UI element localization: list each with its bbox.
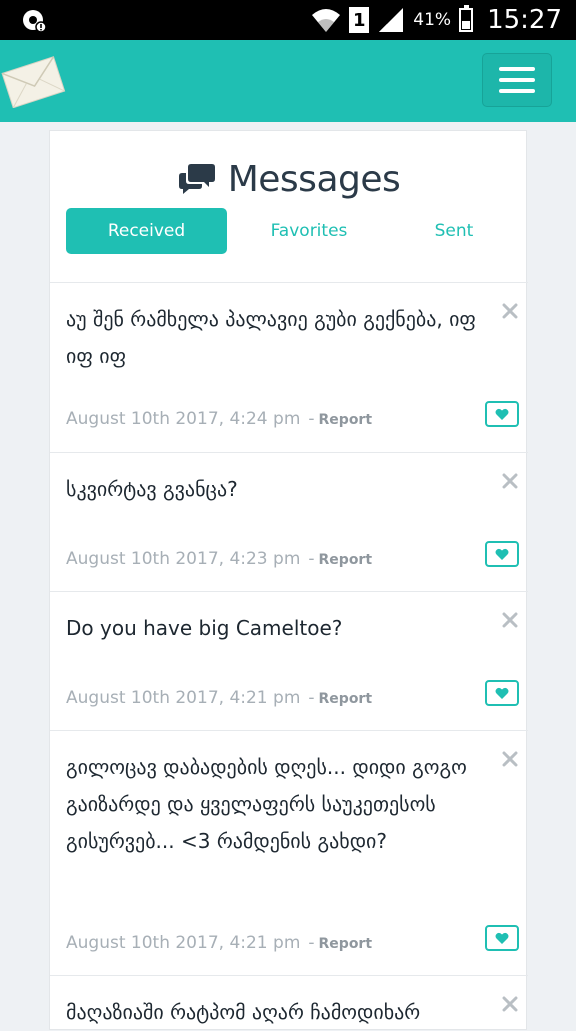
message-tabs: Received Favorites Sent [66,208,516,254]
message-meta: August 10th 2017, 4:23 pm - Report [66,549,373,569]
chat-bubbles-icon [178,164,215,194]
delete-icon[interactable] [502,303,518,319]
tab-favorites[interactable]: Favorites [241,208,377,254]
message-meta: August 10th 2017, 4:24 pm - Report [66,409,373,429]
sim-icon: 1 [349,7,370,33]
favorite-button[interactable] [485,680,519,706]
message-text: Do you have big Cameltoe? [66,616,343,640]
status-bar: 1 41% 15:27 [0,0,576,40]
hamburger-icon [499,67,535,71]
heart-icon [495,687,509,699]
favorite-button[interactable] [485,541,519,567]
report-link[interactable]: Report [319,691,373,707]
tab-sent[interactable]: Sent [396,208,512,254]
message-item: გილოცავ დაბადების დღეს... დიდი გოგო გაიზ… [50,730,528,975]
delete-icon[interactable] [502,473,518,489]
menu-button[interactable] [482,53,552,107]
favorite-button[interactable] [485,925,519,951]
heart-icon [495,932,509,944]
message-text: მაღაზიაში რატპომ აღარ ჩამოდიხარ [66,1000,421,1024]
message-item: მაღაზიაში რატპომ აღარ ჩამოდიხარ [50,975,528,1031]
report-link[interactable]: Report [319,552,373,568]
report-link[interactable]: Report [319,936,373,952]
message-text: გილოცავ დაბადების დღეს... დიდი გოგო გაიზ… [66,755,467,853]
sim-slot-number: 1 [353,9,366,31]
message-date: August 10th 2017, 4:21 pm [66,933,301,953]
message-date: August 10th 2017, 4:24 pm [66,409,301,429]
message-date: August 10th 2017, 4:21 pm [66,688,301,708]
message-item: აუ შენ რამხელა პალავიე გუბი გექნება, იფ … [50,282,528,452]
message-item: Do you have big Cameltoe? August 10th 20… [50,591,528,730]
envelope-icon[interactable] [0,54,68,108]
page-header: Messages [50,155,528,203]
app-header [0,40,576,122]
signal-icon [379,8,404,32]
delete-icon[interactable] [502,996,518,1012]
heart-icon [495,408,509,420]
delete-icon[interactable] [502,612,518,628]
clock: 15:27 [487,5,562,35]
messages-card: Messages Received Favorites Sent აუ შენ … [49,130,528,1031]
message-text: სკვირტავ გვანცა? [66,477,238,501]
message-date: August 10th 2017, 4:23 pm [66,549,301,569]
page-title: Messages [227,158,401,200]
battery-percent: 41% [413,10,452,30]
message-text: აუ შენ რამხელა პალავიე გუბი გექნება, იფ … [66,307,476,368]
message-item: სკვირტავ გვანცა? August 10th 2017, 4:23 … [50,452,528,591]
tab-received[interactable]: Received [66,208,227,254]
battery-icon [459,5,474,32]
favorite-button[interactable] [485,401,519,427]
message-meta: August 10th 2017, 4:21 pm - Report [66,688,373,708]
message-meta: August 10th 2017, 4:21 pm - Report [66,933,373,953]
notification-icon [23,10,46,32]
report-link[interactable]: Report [319,412,373,428]
wifi-icon [312,9,341,32]
delete-icon[interactable] [502,751,518,767]
heart-icon [495,548,509,560]
